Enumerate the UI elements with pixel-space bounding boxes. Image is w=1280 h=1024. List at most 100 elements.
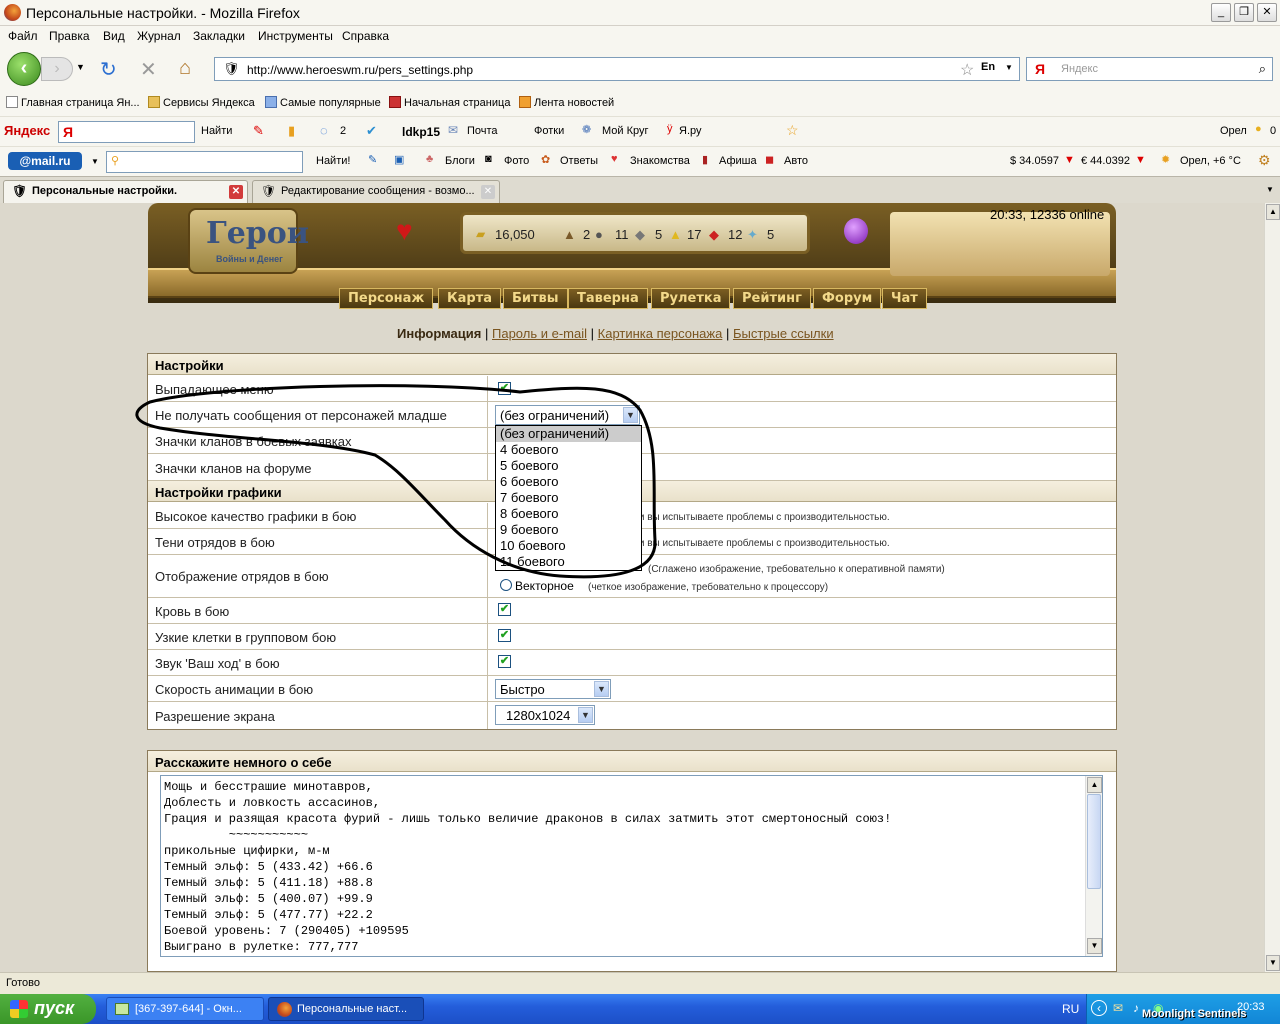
yandex-find-button[interactable]: Найти [201,125,232,137]
sublink-character-picture[interactable]: Картинка персонажа [598,326,723,341]
home-icon[interactable]: ⌂ [179,57,191,80]
yandex-search-field[interactable]: Я [58,121,195,143]
favorites-star-icon[interactable]: ☆ [786,122,799,139]
game-menu-character[interactable]: Персонаж [339,288,434,309]
menu-file[interactable]: Файл [8,29,38,43]
mailru-afisha[interactable]: Афиша [719,155,757,167]
magnifier-icon[interactable]: ⌕ [1259,61,1266,77]
mailru-find-button[interactable]: Найти! [316,155,350,167]
about-textarea[interactable]: Мощь и бесстрашие минотавров, Доблесть и… [160,775,1103,957]
mailru-photo[interactable]: Фото [504,155,529,167]
game-menu-map[interactable]: Карта [438,288,502,309]
yandex-mail[interactable]: Почта [467,125,498,137]
bar-chart-icon[interactable]: ▮ [288,123,295,139]
mailru-search-field[interactable]: ⚲ [106,151,303,173]
dropdown-option[interactable]: (без ограничений) [496,426,641,442]
scroll-thumb[interactable] [1087,794,1101,889]
sublink-quick-links[interactable]: Быстрые ссылки [733,326,834,341]
bookmark-start-page[interactable]: Начальная страница [389,96,510,109]
tray-expand-icon[interactable]: ‹ [1091,1000,1107,1016]
menu-bookmarks[interactable]: Закладки [193,29,245,43]
scroll-up-icon[interactable]: ▲ [1266,204,1280,220]
dropdown-option[interactable]: 6 боевого [496,474,641,490]
dropdown-option[interactable]: 7 боевого [496,490,641,506]
yandex-user[interactable]: ldkp15 [402,125,440,139]
dropdown-option[interactable]: 10 боевого [496,538,641,554]
game-menu-forum[interactable]: Форум [813,288,882,309]
mailru-weather[interactable]: Орел, +6 °C [1180,155,1241,167]
sublink-password-email[interactable]: Пароль и e-mail [492,326,587,341]
vector-radio[interactable] [500,579,512,591]
tab-personal-settings[interactable]: 🛡 Персональные настройки. ✕ [3,180,248,204]
game-menu-tavern[interactable]: Таверна [568,288,648,309]
scroll-down-icon[interactable]: ▼ [1087,938,1102,954]
pen-icon[interactable]: ✎ [368,153,377,166]
blood-checkbox[interactable]: ✔ [498,603,511,616]
dropdown-option[interactable]: 9 боевого [496,522,641,538]
speech-icon[interactable]: ◌ [320,123,328,138]
language-indicator[interactable]: RU [1062,1002,1079,1016]
copy-icon[interactable]: ▣ [394,153,404,166]
yandex-search-icon[interactable]: Я [1035,61,1045,77]
scroll-up-icon[interactable]: ▲ [1087,777,1102,793]
bookmark-yandex-home[interactable]: Главная страница Ян... [6,96,140,109]
game-menu-chat[interactable]: Чат [882,288,927,309]
check-icon[interactable]: ✔ [366,123,377,139]
dropdown-option[interactable]: 5 боевого [496,458,641,474]
menu-view[interactable]: Вид [103,29,125,43]
narrow-cells-checkbox[interactable]: ✔ [498,629,511,642]
forward-button[interactable]: › [41,57,73,81]
dropdown-option[interactable]: 4 боевого [496,442,641,458]
screen-resolution-select[interactable]: 1280x1024 ▼ [495,705,595,725]
star-icon[interactable]: ☆ [960,60,974,80]
bookmark-yandex-services[interactable]: Сервисы Яндекса [148,96,255,109]
history-dropdown-icon[interactable]: ▼ [76,62,85,72]
reload-icon[interactable]: ↻ [100,57,117,82]
minimize-button[interactable]: _ [1211,3,1231,22]
bookmark-popular[interactable]: Самые популярные [265,96,381,109]
yandex-photos[interactable]: Фотки [534,125,564,137]
yandex-my-circle[interactable]: Мой Круг [602,125,649,137]
mailru-answers[interactable]: Ответы [560,155,598,167]
menu-history[interactable]: Журнал [137,29,181,43]
close-button[interactable]: ✕ [1257,3,1277,22]
taskbar-item-window[interactable]: [367-397-644] - Окн... [106,997,264,1021]
game-logo[interactable]: Герои Войны и Денег [188,208,309,274]
scroll-down-icon[interactable]: ▼ [1266,955,1280,971]
settings-gear-icon[interactable]: ⚙ [1258,152,1271,169]
dropdown-option[interactable]: 11 боевого [496,554,641,570]
mailru-auto[interactable]: Авто [784,155,808,167]
textarea-scrollbar[interactable]: ▲ ▼ [1085,776,1102,956]
search-input[interactable]: Я Яндекс ⌕ [1026,57,1273,81]
menu-help[interactable]: Справка [342,29,389,43]
url-dropdown-icon[interactable]: ▼ [1005,63,1013,72]
tab-list-arrow[interactable]: ▼ [1266,185,1274,194]
yandex-yaru[interactable]: Я.ру [679,125,702,137]
tab-close-icon[interactable]: ✕ [481,185,495,199]
game-menu-battles[interactable]: Битвы [503,288,568,309]
marker-icon[interactable]: ✎ [253,123,264,139]
url-bar[interactable]: 🛡 http://www.heroeswm.ru/pers_settings.p… [214,57,1020,81]
mailru-menu-arrow[interactable]: ▼ [91,157,99,166]
tray-mail-icon[interactable]: ✉ [1113,1001,1123,1015]
mailru-logo[interactable]: @mail.ru [8,152,82,170]
yandex-logo[interactable]: Яндекс [4,123,50,138]
stop-icon[interactable]: ✕ [140,57,157,82]
min-level-select[interactable]: (без ограничений) ▼ [495,405,640,425]
menu-tools[interactable]: Инструменты [258,29,333,43]
bookmark-news-feed[interactable]: Лента новостей [519,96,614,109]
taskbar-item-firefox[interactable]: Персональные наст... [268,997,424,1021]
menu-edit[interactable]: Правка [49,29,90,43]
animation-speed-select[interactable]: Быстро ▼ [495,679,611,699]
tab-edit-message[interactable]: 🛡 Редактирование сообщения - возмо... ✕ [252,180,500,204]
turn-sound-checkbox[interactable]: ✔ [498,655,511,668]
mailru-dating[interactable]: Знакомства [630,155,690,167]
back-button[interactable]: ‹ [7,52,41,86]
game-menu-rating[interactable]: Рейтинг [733,288,811,309]
yandex-city[interactable]: Орел [1220,125,1247,137]
start-button[interactable]: пуск [0,994,96,1024]
dropdown-menu-checkbox[interactable]: ✔ [498,382,511,395]
dropdown-option[interactable]: 8 боевого [496,506,641,522]
tray-speaker-icon[interactable]: ♪ [1133,1001,1139,1015]
mailru-blogs[interactable]: Блоги [445,155,475,167]
